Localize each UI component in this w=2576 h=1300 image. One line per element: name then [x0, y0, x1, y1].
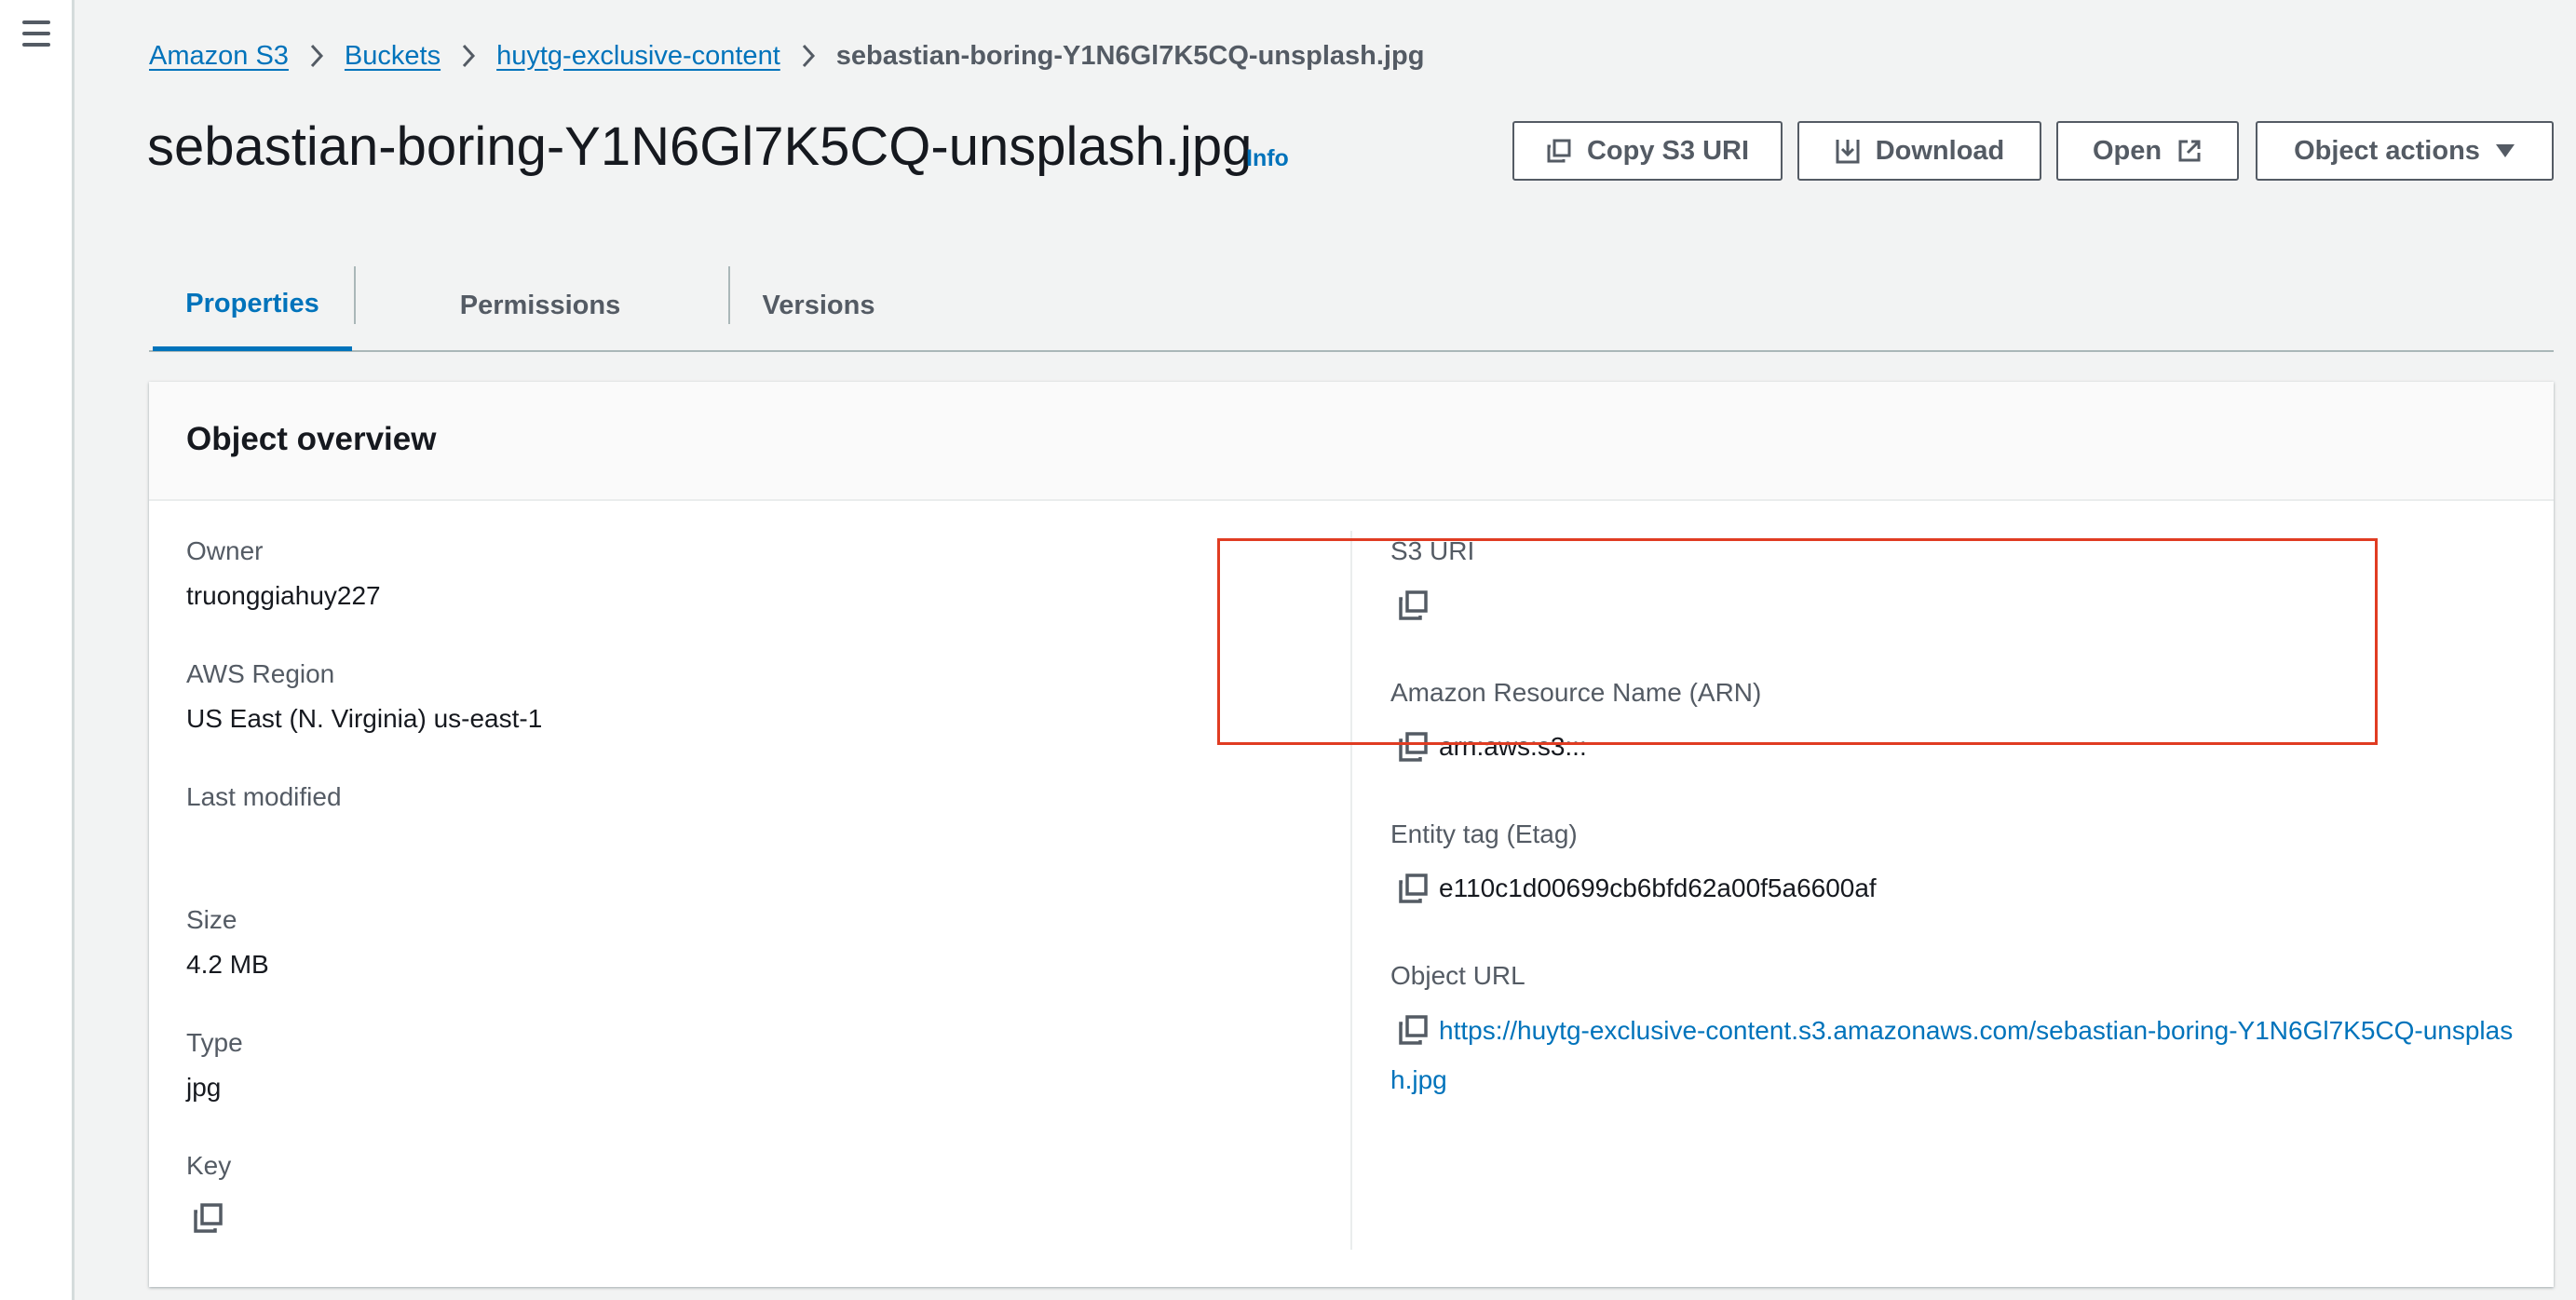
object-actions-button[interactable]: Object actions	[2256, 121, 2554, 181]
download-label: Download	[1875, 135, 2005, 166]
type-label: Type	[186, 1028, 243, 1057]
tab-versions[interactable]: Versions	[728, 261, 909, 350]
open-label: Open	[2092, 135, 2162, 166]
size-value: 4.2 MB	[186, 950, 269, 979]
object-actions-label: Object actions	[2294, 135, 2480, 166]
copy-s3-uri-label: Copy S3 URI	[1586, 135, 1750, 166]
owner-label: Owner	[186, 536, 264, 565]
panel-title: Object overview	[186, 421, 437, 457]
size-label: Size	[186, 905, 237, 934]
object-url-link[interactable]: https://huytg-exclusive-content.s3.amazo…	[1390, 1016, 2513, 1094]
owner-value: truonggiahuy227	[186, 581, 381, 610]
last-modified-label: Last modified	[186, 782, 342, 811]
breadcrumb-link-buckets[interactable]: Buckets	[345, 41, 441, 72]
chevron-right-icon	[801, 43, 816, 69]
chevron-right-icon	[461, 43, 476, 69]
tab-permissions[interactable]: Permissions	[354, 261, 726, 350]
object-url-container: https://huytg-exclusive-content.s3.amazo…	[1390, 1006, 2517, 1104]
key-label: Key	[186, 1151, 232, 1180]
download-button[interactable]: Download	[1797, 121, 2041, 181]
open-button[interactable]: Open	[2056, 121, 2239, 181]
etag-label: Entity tag (Etag)	[1390, 819, 1578, 848]
caret-down-icon	[2495, 144, 2515, 157]
menu-icon[interactable]	[22, 20, 52, 48]
info-link[interactable]: Info	[1246, 145, 1289, 172]
chevron-right-icon	[309, 43, 324, 69]
external-link-icon	[2178, 140, 2201, 162]
copy-icon[interactable]	[1397, 872, 1430, 905]
side-navigation-rail	[0, 0, 75, 1300]
copy-icon[interactable]	[192, 1201, 225, 1235]
region-label: AWS Region	[186, 659, 335, 688]
tab-properties[interactable]: Properties	[153, 261, 352, 351]
copy-s3-uri-button[interactable]: Copy S3 URI	[1512, 121, 1783, 181]
tab-bar: Properties Permissions Versions	[149, 261, 2554, 352]
download-icon	[1836, 140, 1860, 164]
etag-value: e110c1d00699cb6bfd62a00f5a6600af	[1439, 873, 1877, 902]
breadcrumb: Amazon S3 Buckets huytg-exclusive-conten…	[149, 37, 1424, 74]
breadcrumb-link-amazon-s3[interactable]: Amazon S3	[149, 41, 289, 72]
copy-icon	[1547, 139, 1571, 163]
panel-header: Object overview	[149, 382, 2554, 501]
object-url-label: Object URL	[1390, 961, 1525, 990]
page-title: sebastian-boring-Y1N6Gl7K5CQ-unsplash.jp…	[147, 116, 1253, 177]
object-overview-panel: Object overview	[149, 382, 2554, 1287]
breadcrumb-link-bucket[interactable]: huytg-exclusive-content	[496, 41, 780, 72]
region-value: US East (N. Virginia) us-east-1	[186, 704, 543, 733]
type-value: jpg	[186, 1073, 222, 1102]
object-url-highlight	[1217, 538, 2378, 745]
breadcrumb-current: sebastian-boring-Y1N6Gl7K5CQ-unsplash.jp…	[835, 40, 1425, 71]
